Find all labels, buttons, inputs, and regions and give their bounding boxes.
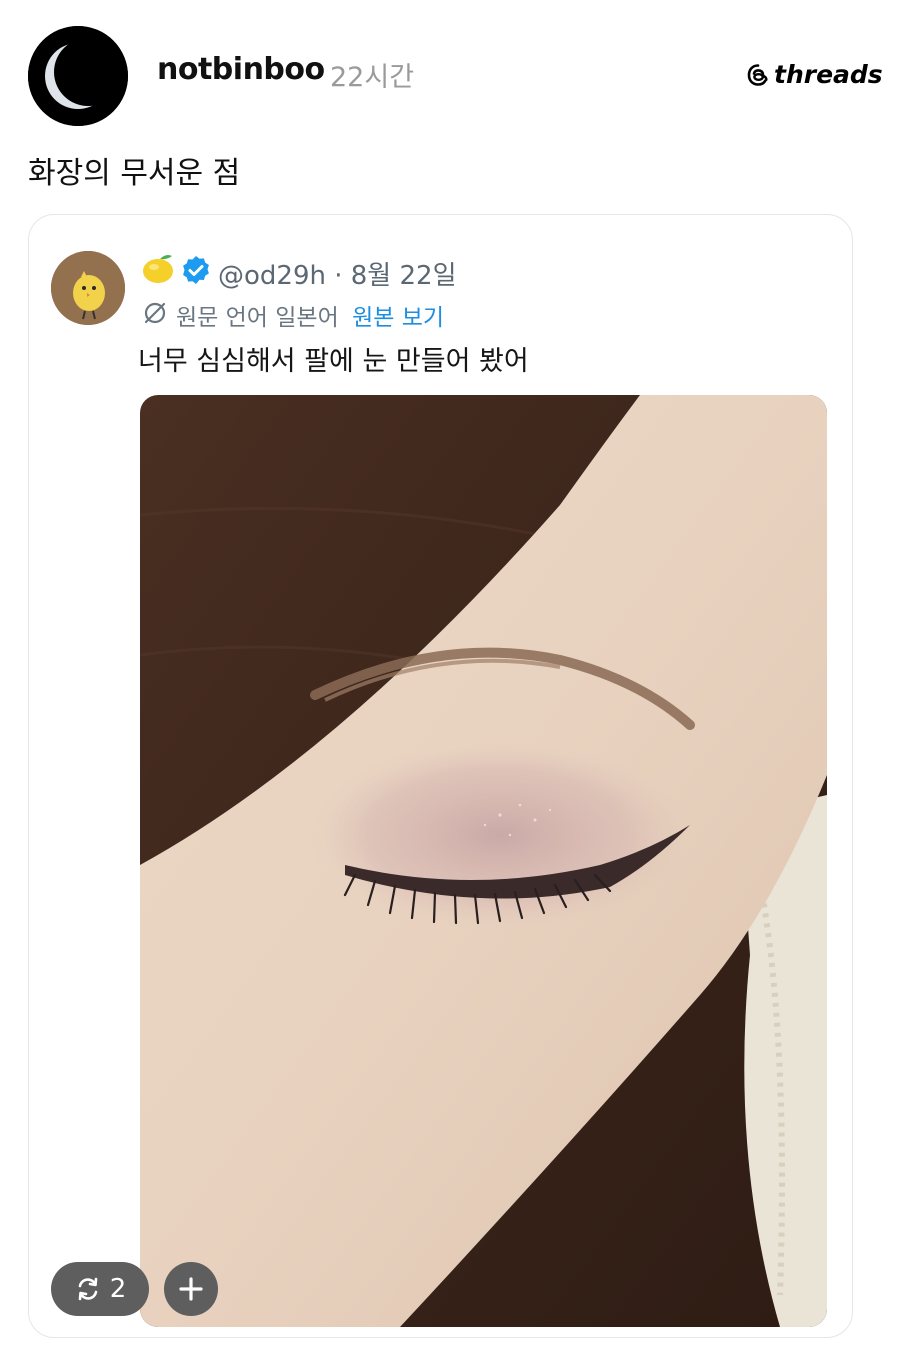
plus-icon [179,1277,203,1301]
tweet-author-avatar [51,251,125,325]
translate-icon [144,302,166,324]
tweet-handle-date: @od29h · 8월 22일 [218,261,457,291]
translation-note: 원문 언어 일본어 원본 보기 [176,298,444,332]
post-time: 22시간 [330,62,415,93]
moon-icon [28,26,128,126]
arm-eye-makeup-photo [140,395,827,1327]
chick-avatar-icon [51,251,125,325]
tweet-photo[interactable] [140,395,827,1327]
post-text: 화장의 무서운 점 [28,156,241,191]
view-original-link[interactable]: 원본 보기 [352,305,444,331]
tweet-text: 너무 심심해서 팔에 눈 만들어 봤어 [138,346,529,377]
lemon-emoji-icon [143,255,173,283]
repost-count-button[interactable]: 2 [51,1262,149,1316]
verified-badge-icon [183,256,209,284]
profile-avatar[interactable] [28,26,128,126]
brand-name: threads [774,60,883,89]
username[interactable]: notbinboo [157,52,325,87]
threads-logo: threads [746,60,883,89]
repost-count: 2 [109,1274,127,1304]
threads-icon [747,63,768,86]
repost-icon [78,1277,98,1301]
translation-language: 원문 언어 일본어 [176,305,339,331]
add-button[interactable] [164,1262,218,1316]
